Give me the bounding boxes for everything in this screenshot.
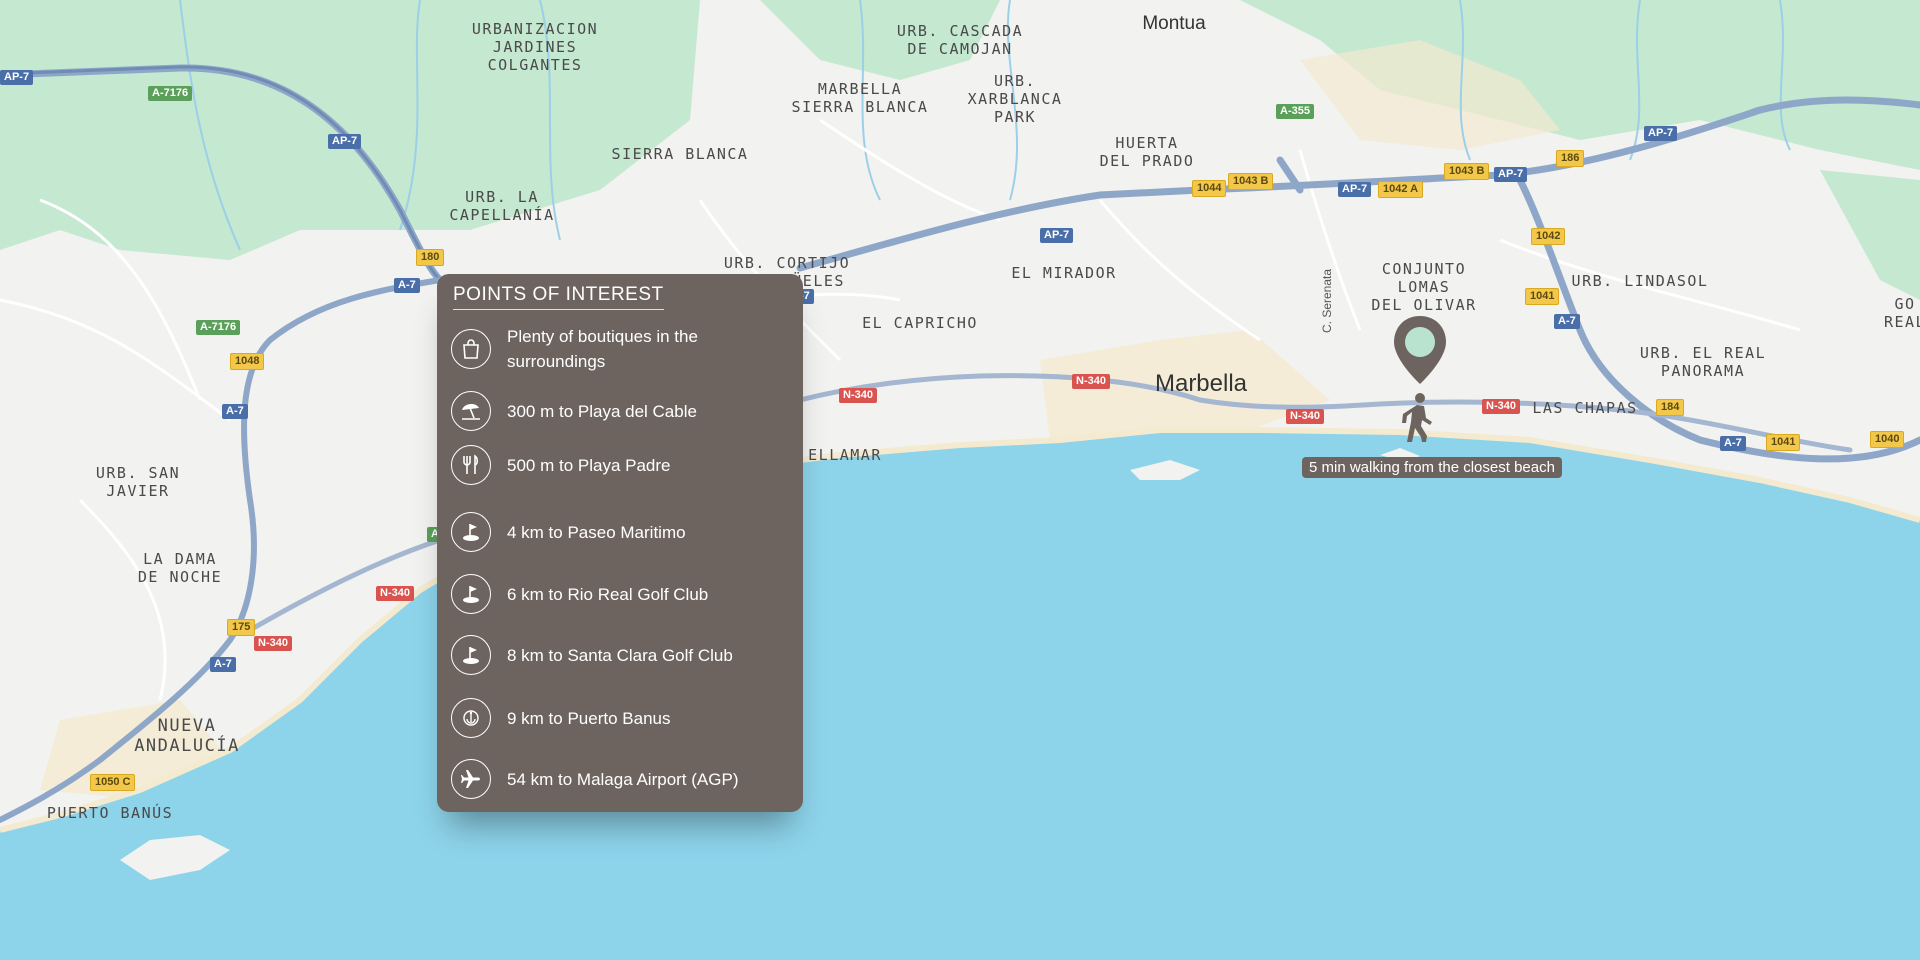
poi-item: 300 m to Playa del Cable — [451, 389, 791, 433]
road-shield: 186 — [1556, 150, 1584, 167]
road-shield: 1043 B — [1228, 173, 1273, 190]
road-shield: A-7176 — [196, 320, 240, 335]
poi-item-text: 500 m to Playa Padre — [507, 453, 670, 478]
road-shield: A-7 — [210, 657, 236, 672]
district-label: GO REAL — [1884, 295, 1920, 331]
walking-person-icon — [1400, 392, 1436, 449]
road-shield: AP-7 — [1338, 182, 1371, 197]
road-shield: 1042 A — [1378, 181, 1423, 198]
road-shield: 1040 — [1870, 431, 1904, 448]
golf-flag-icon — [451, 574, 491, 614]
poi-item-text: 8 km to Santa Clara Golf Club — [507, 643, 733, 668]
district-label: URB. LINDASOL — [1572, 272, 1709, 290]
road-shield: N-340 — [1482, 399, 1520, 414]
road-shield: 1050 C — [90, 774, 135, 791]
road-shield: A-355 — [1276, 104, 1314, 119]
road-shield: 1041 — [1525, 288, 1559, 305]
district-label: CONJUNTO LOMAS DEL OLIVAR — [1371, 260, 1476, 314]
road-shield: AP-7 — [328, 134, 361, 149]
district-label: SIERRA BLANCA — [612, 145, 749, 163]
poi-item-text: 6 km to Rio Real Golf Club — [507, 582, 708, 607]
road-shield: A-7 — [1554, 314, 1580, 329]
district-label: NUEVA ANDALUCÍA — [134, 716, 240, 756]
road-shield: 1042 — [1531, 228, 1565, 245]
road-shield: 175 — [227, 619, 255, 636]
beach-umbrella-icon — [451, 391, 491, 431]
road-shield: AP-7 — [1040, 228, 1073, 243]
district-label: URBANIZACION JARDINES COLGANTES — [472, 20, 598, 74]
road-shield: 1041 — [1766, 434, 1800, 451]
road-shield: N-340 — [254, 636, 292, 651]
poi-item: 500 m to Playa Padre — [451, 443, 791, 487]
district-label: MARBELLA SIERRA BLANCA — [792, 80, 929, 116]
district-label: URB. LA CAPELLANÍA — [449, 188, 554, 224]
location-pin-icon[interactable] — [1390, 314, 1450, 391]
road-shield: AP-7 — [0, 70, 33, 85]
poi-item: 54 km to Malaga Airport (AGP) — [451, 757, 791, 801]
district-label: URB. CASCADA DE CAMOJAN — [897, 22, 1023, 58]
town-label-montua: Montua — [1142, 13, 1205, 35]
road-shield: A-7 — [1720, 436, 1746, 451]
poi-item: 4 km to Paseo Maritimo — [451, 510, 791, 554]
poi-item-text: 54 km to Malaga Airport (AGP) — [507, 767, 738, 792]
map-background[interactable] — [0, 0, 1920, 960]
district-label: URB. XARBLANCA PARK — [968, 72, 1063, 126]
road-shield: N-340 — [376, 586, 414, 601]
points-of-interest-panel: POINTS OF INTEREST Plenty of boutiques i… — [437, 274, 803, 812]
shopping-bag-icon — [451, 329, 491, 369]
road-shield: A-7 — [222, 404, 248, 419]
road-shield: 1043 B — [1444, 163, 1489, 180]
airplane-icon — [451, 759, 491, 799]
walking-caption: 5 min walking from the closest beach — [1302, 457, 1562, 478]
road-shield: AP-7 — [1494, 167, 1527, 182]
road-shield: 184 — [1656, 399, 1684, 416]
district-label: ELLAMAR — [808, 446, 882, 464]
poi-title: POINTS OF INTEREST — [453, 284, 664, 310]
road-shield: N-340 — [1286, 409, 1324, 424]
golf-flag-icon — [451, 512, 491, 552]
poi-item-text: 4 km to Paseo Maritimo — [507, 520, 686, 545]
road-shield: AP-7 — [1644, 126, 1677, 141]
poi-item-text: 9 km to Puerto Banus — [507, 706, 670, 731]
district-label: URB. SAN JAVIER — [96, 464, 180, 500]
poi-item: Plenty of boutiques in the surroundings — [451, 327, 791, 371]
district-label: PUERTO BANÚS — [47, 804, 173, 822]
poi-item: 9 km to Puerto Banus — [451, 696, 791, 740]
district-label: HUERTA DEL PRADO — [1100, 134, 1195, 170]
district-label: LAS CHAPAS — [1532, 399, 1637, 417]
road-shield: 1048 — [230, 353, 264, 370]
road-shield: A-7176 — [148, 86, 192, 101]
poi-item: 8 km to Santa Clara Golf Club — [451, 633, 791, 677]
street-label: C. Serenata — [1320, 269, 1334, 333]
road-shield: 180 — [416, 249, 444, 266]
district-label: LA DAMA DE NOCHE — [138, 550, 222, 586]
town-label-marbella: Marbella — [1155, 370, 1247, 398]
restaurant-icon — [451, 445, 491, 485]
poi-item: 6 km to Rio Real Golf Club — [451, 572, 791, 616]
poi-item-text: Plenty of boutiques in the surroundings — [507, 324, 707, 374]
golf-flag-icon — [451, 635, 491, 675]
district-label: URB. EL REAL PANORAMA — [1640, 344, 1766, 380]
road-shield: A-7 — [394, 278, 420, 293]
district-label: EL MIRADOR — [1011, 264, 1116, 282]
road-shield: N-340 — [1072, 374, 1110, 389]
road-shield: N-340 — [839, 388, 877, 403]
road-shield: 1044 — [1192, 180, 1226, 197]
district-label: EL CAPRICHO — [862, 314, 978, 332]
anchor-icon — [451, 698, 491, 738]
poi-item-text: 300 m to Playa del Cable — [507, 399, 697, 424]
